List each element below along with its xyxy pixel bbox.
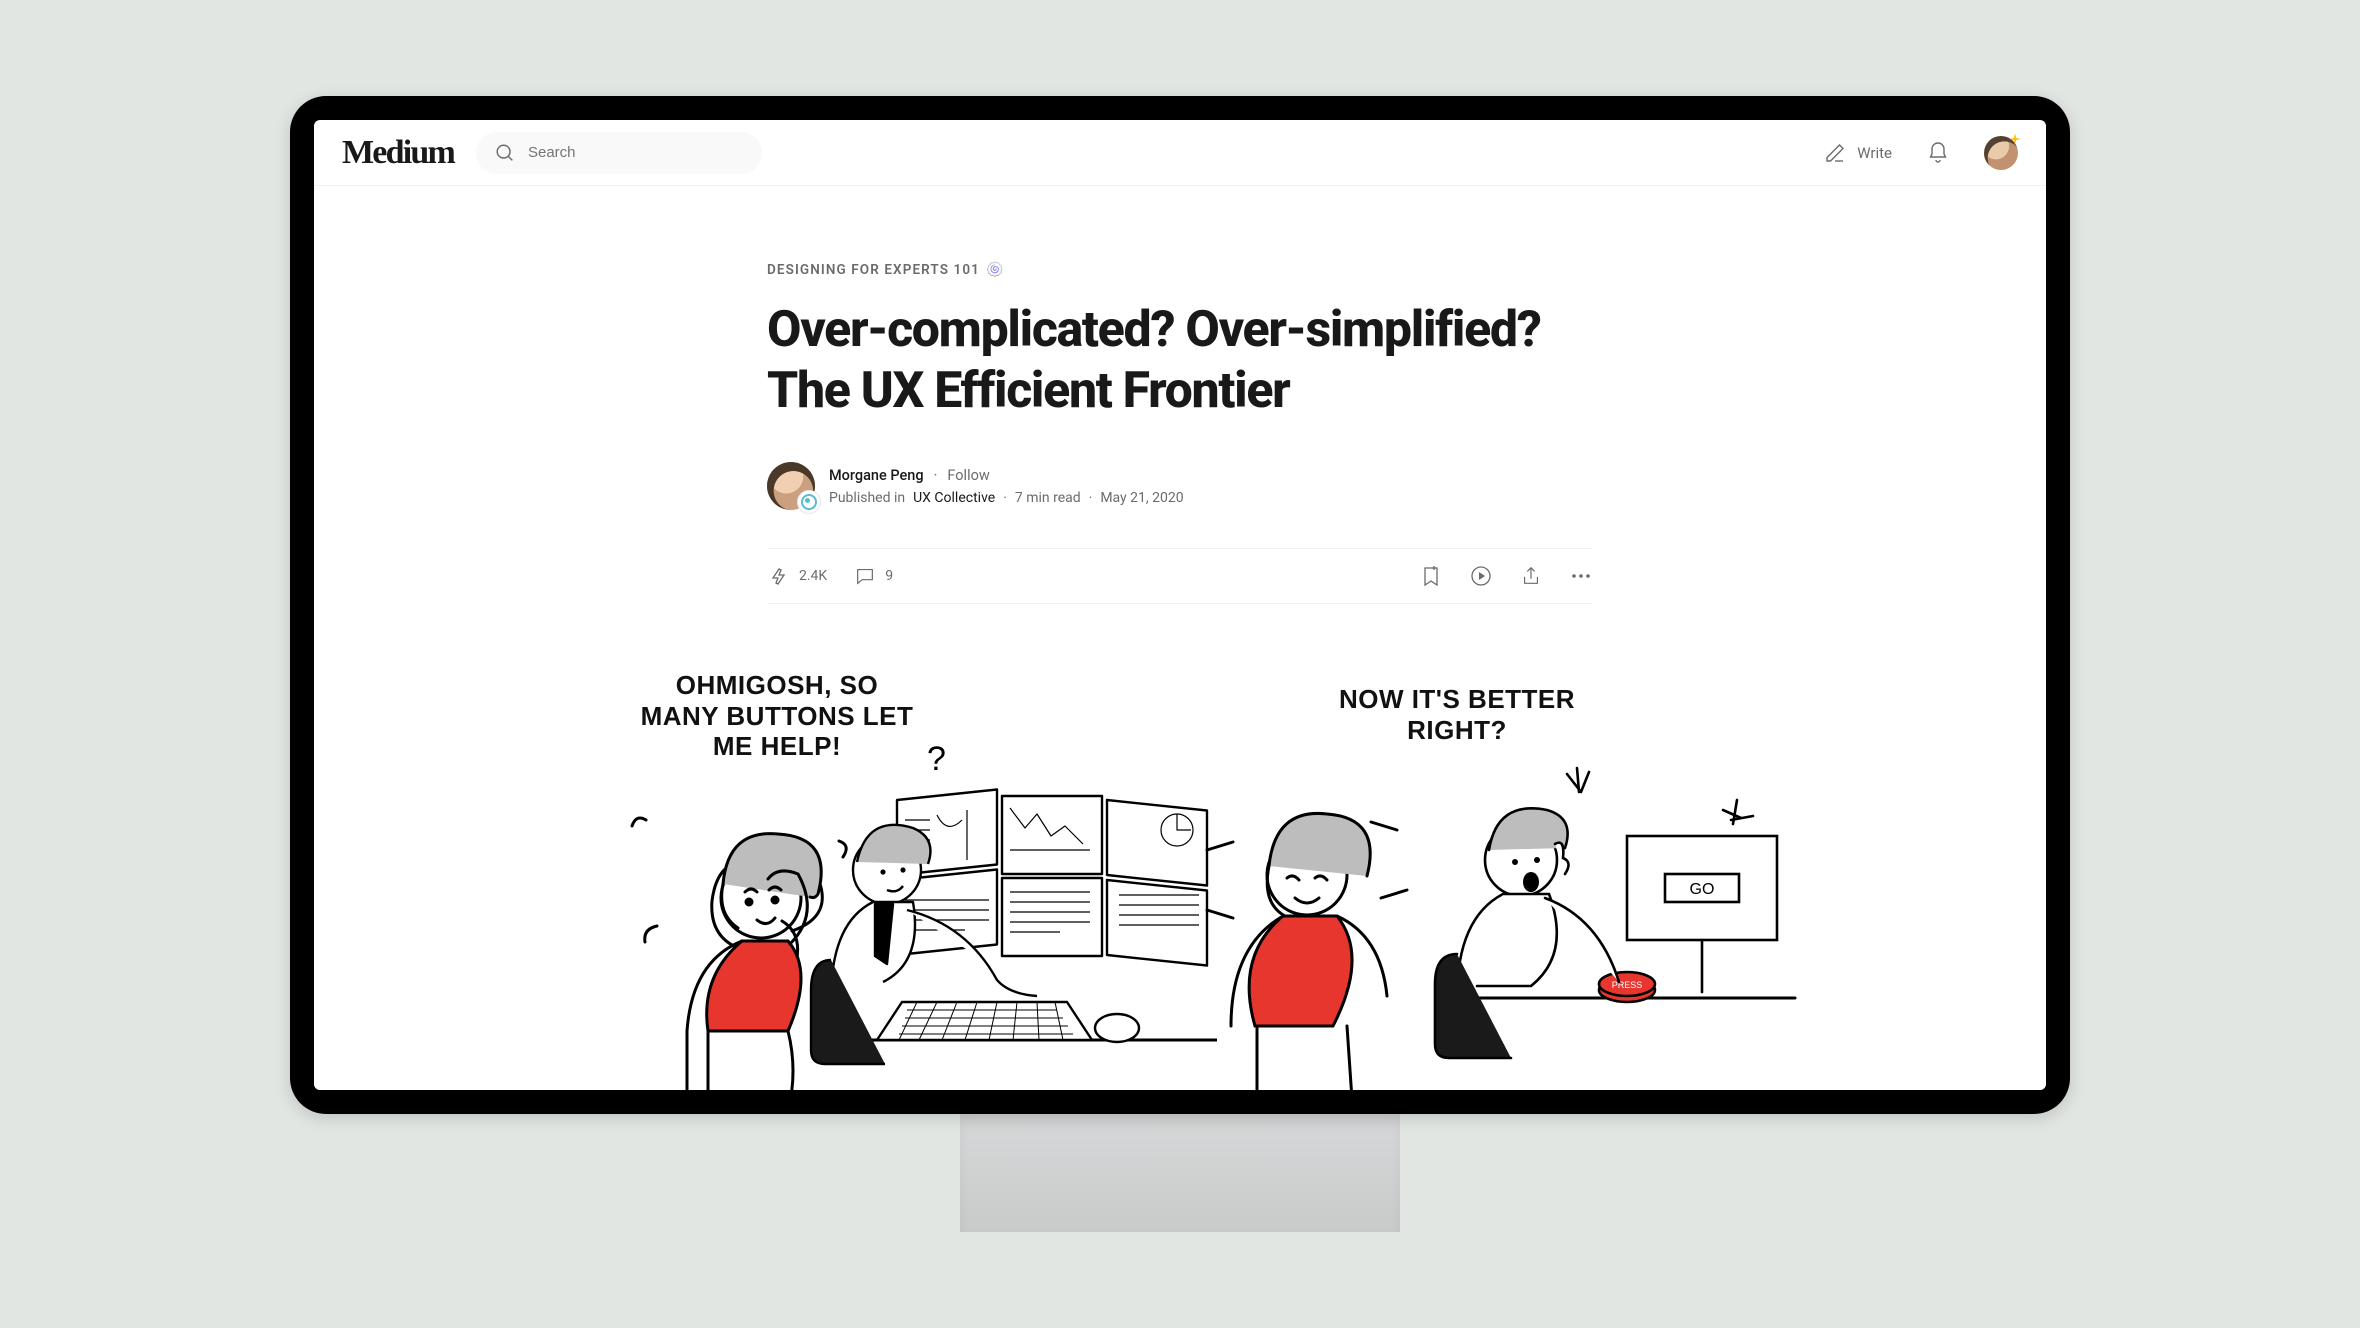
publication-link[interactable]: UX Collective	[913, 490, 995, 506]
kicker-text: DESIGNING FOR EXPERTS 101	[767, 262, 980, 278]
monitor-bezel: Medium Write	[290, 96, 2070, 1114]
top-nav: Medium Write	[314, 120, 2046, 186]
article-content: DESIGNING FOR EXPERTS 101 🍥 Over-complic…	[314, 186, 2046, 1090]
separator-dot: ·	[934, 467, 938, 484]
user-avatar[interactable]	[1984, 136, 2018, 170]
clap-button[interactable]: 2.4K	[767, 564, 827, 588]
svg-text:GO: GO	[1690, 881, 1715, 898]
illus-caption-right: NOW IT'S BETTER RIGHT?	[1327, 684, 1587, 745]
search-box[interactable]	[476, 132, 762, 174]
kicker-emoji-icon: 🍥	[986, 262, 1005, 278]
read-time: 7 min read	[1015, 490, 1081, 506]
separator-dot: ·	[1089, 490, 1093, 506]
author-name[interactable]: Morgane Peng	[829, 467, 924, 484]
avatar-spark-icon	[2008, 132, 2022, 146]
clap-count: 2.4K	[799, 568, 827, 584]
published-in-label: Published in	[829, 490, 905, 506]
search-input[interactable]	[528, 144, 744, 161]
more-button[interactable]	[1569, 564, 1593, 588]
publication-badge-icon[interactable]	[797, 490, 821, 514]
svg-text:?: ?	[927, 740, 946, 778]
clap-icon	[767, 564, 791, 588]
responses-button[interactable]: 9	[853, 564, 893, 588]
write-label: Write	[1857, 144, 1892, 162]
responses-count: 9	[885, 568, 893, 584]
kicker[interactable]: DESIGNING FOR EXPERTS 101 🍥	[767, 262, 1593, 278]
write-icon	[1823, 141, 1847, 165]
publish-date: May 21, 2020	[1100, 490, 1183, 506]
byline: Morgane Peng · Follow Published in UX Co…	[767, 462, 1593, 510]
article-action-bar: 2.4K 9	[767, 548, 1593, 604]
monitor-stand	[960, 1112, 1400, 1232]
listen-button[interactable]	[1469, 564, 1493, 588]
hero-illustration: OHMIGOSH, SO MANY BUTTONS LET ME HELP! N…	[767, 670, 1593, 1090]
medium-logo[interactable]: Medium	[342, 134, 454, 172]
author-avatar[interactable]	[767, 462, 815, 510]
comment-icon	[853, 564, 877, 588]
write-button[interactable]: Write	[1823, 141, 1892, 165]
svg-text:PRESS: PRESS	[1612, 980, 1643, 990]
illus-trader-screens: ?	[807, 740, 1227, 1090]
illus-trader-simple: GO PRESS	[1417, 750, 1797, 1090]
notifications-icon[interactable]	[1926, 141, 1950, 165]
follow-button[interactable]: Follow	[947, 467, 989, 484]
separator-dot: ·	[1003, 490, 1007, 506]
bookmark-button[interactable]	[1419, 564, 1443, 588]
screen: Medium Write	[314, 120, 2046, 1090]
illus-designer-right	[1187, 780, 1437, 1090]
search-icon	[494, 141, 516, 165]
share-button[interactable]	[1519, 564, 1543, 588]
article-title: Over-complicated? Over-simplified? The U…	[767, 300, 1593, 422]
